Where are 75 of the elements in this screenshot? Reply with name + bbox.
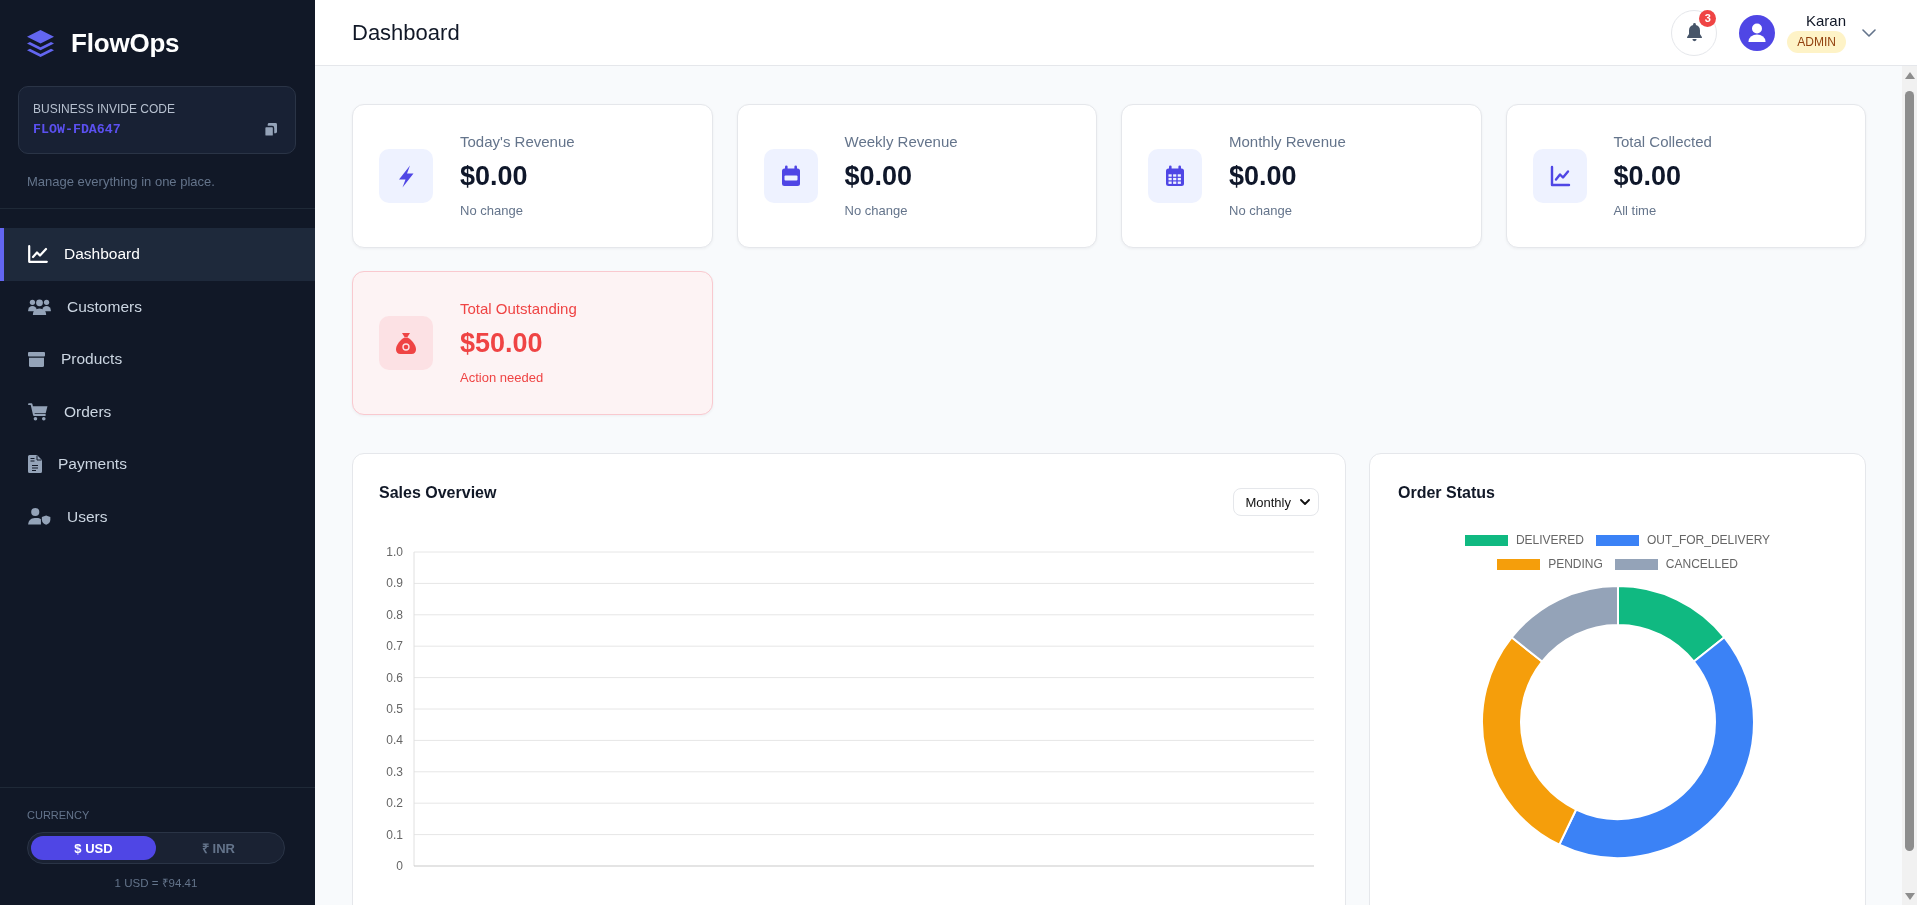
- user-shield-icon: [28, 508, 51, 526]
- axis-tick-label: 0.9: [386, 576, 403, 591]
- stat-value: $0.00: [1613, 160, 1682, 192]
- scrollbar-thumb[interactable]: [1905, 91, 1914, 851]
- stat-title: Total Outstanding: [460, 300, 577, 318]
- users-icon: [28, 298, 51, 315]
- scrollbar[interactable]: [1902, 66, 1917, 905]
- cart-icon: [28, 402, 48, 421]
- axis-tick-label: 0.1: [386, 827, 403, 842]
- calendar-grid-icon: [1148, 149, 1202, 203]
- nav-item[interactable]: Customers: [0, 280, 315, 333]
- axis-tick-label: 0.3: [386, 764, 403, 779]
- donut-slice[interactable]: [1480, 636, 1577, 846]
- role-badge: ADMIN: [1787, 31, 1846, 53]
- document-icon: [28, 455, 42, 474]
- nav-item[interactable]: Products: [0, 333, 315, 386]
- bell-icon: [1685, 23, 1703, 42]
- scroll-down-icon[interactable]: [1904, 893, 1915, 900]
- chevron-down-icon: [1300, 499, 1310, 505]
- stat-value: $0.00: [844, 160, 913, 192]
- period-select[interactable]: Monthly: [1233, 488, 1319, 516]
- legend-label[interactable]: OUT_FOR_DELIVERY: [1646, 532, 1771, 548]
- axis-tick-label: 0.2: [386, 796, 403, 811]
- exchange-rate: 1 USD = ₹94.41: [114, 876, 198, 890]
- stat-note: No change: [460, 203, 523, 219]
- stat-title: Weekly Revenue: [844, 133, 958, 151]
- axis-tick-label: 1.0: [386, 545, 403, 559]
- currency-option[interactable]: $ USD: [31, 836, 156, 860]
- stat-title: Monthly Revenue: [1229, 133, 1346, 151]
- stat-value: $0.00: [460, 160, 528, 192]
- calendar-icon: [763, 149, 818, 203]
- stat-note: All time: [1613, 203, 1657, 219]
- user-name: Karan: [1805, 12, 1846, 30]
- page-title: Dashboard: [352, 19, 460, 46]
- donut-slice[interactable]: [1557, 636, 1755, 859]
- invite-code-label: BUSINESS INVIDE CODE: [33, 102, 176, 116]
- stat-value: $50.00: [460, 327, 543, 359]
- card-title: Order Status: [1398, 484, 1495, 502]
- donut-slice[interactable]: [1510, 585, 1619, 663]
- axis-tick-label: 0.6: [386, 670, 403, 685]
- legend-label[interactable]: DELIVERED: [1515, 532, 1584, 548]
- layers-icon: [27, 29, 54, 57]
- chart-line-icon: [28, 245, 48, 264]
- nav-item[interactable]: Users: [0, 490, 315, 543]
- axis-tick-label: 0: [396, 859, 403, 873]
- chevron-down-icon[interactable]: [1862, 28, 1876, 37]
- user-avatar-icon[interactable]: [1739, 14, 1776, 51]
- donut-slice[interactable]: [1616, 585, 1725, 663]
- stat-note: No change: [1229, 203, 1292, 219]
- bolt-icon: [379, 149, 433, 203]
- stat-note: Action needed: [460, 370, 544, 386]
- legend-label[interactable]: CANCELLED: [1665, 556, 1738, 572]
- scroll-up-icon[interactable]: [1904, 72, 1915, 79]
- axis-tick-label: 0.5: [386, 702, 403, 716]
- currency-label: CURRENCY: [27, 809, 90, 822]
- brand-name: FlowOps: [71, 27, 180, 59]
- nav-item[interactable]: Dashboard: [0, 228, 315, 281]
- copy-icon[interactable]: [264, 123, 277, 137]
- nav-item[interactable]: Payments: [0, 438, 315, 491]
- bag-icon: [379, 316, 433, 370]
- card-title: Sales Overview: [379, 484, 497, 502]
- legend-label[interactable]: PENDING: [1548, 556, 1603, 572]
- stat-note: No change: [844, 203, 908, 219]
- notification-button[interactable]: 3: [1671, 9, 1718, 56]
- stat-value: $0.00: [1229, 160, 1297, 192]
- nav-item[interactable]: Orders: [0, 385, 315, 438]
- stat-title: Total Collected: [1613, 133, 1712, 151]
- box-icon: [28, 351, 45, 367]
- notification-count: 3: [1699, 9, 1717, 27]
- axis-tick-label: 0.8: [386, 607, 403, 622]
- axis-tick-label: 0.4: [386, 733, 403, 748]
- invite-code: FLOW-FDA647: [33, 122, 121, 138]
- axis-tick-label: 0.7: [386, 639, 403, 654]
- stat-title: Today's Revenue: [460, 133, 575, 151]
- tagline: Manage everything in one place.: [27, 174, 215, 190]
